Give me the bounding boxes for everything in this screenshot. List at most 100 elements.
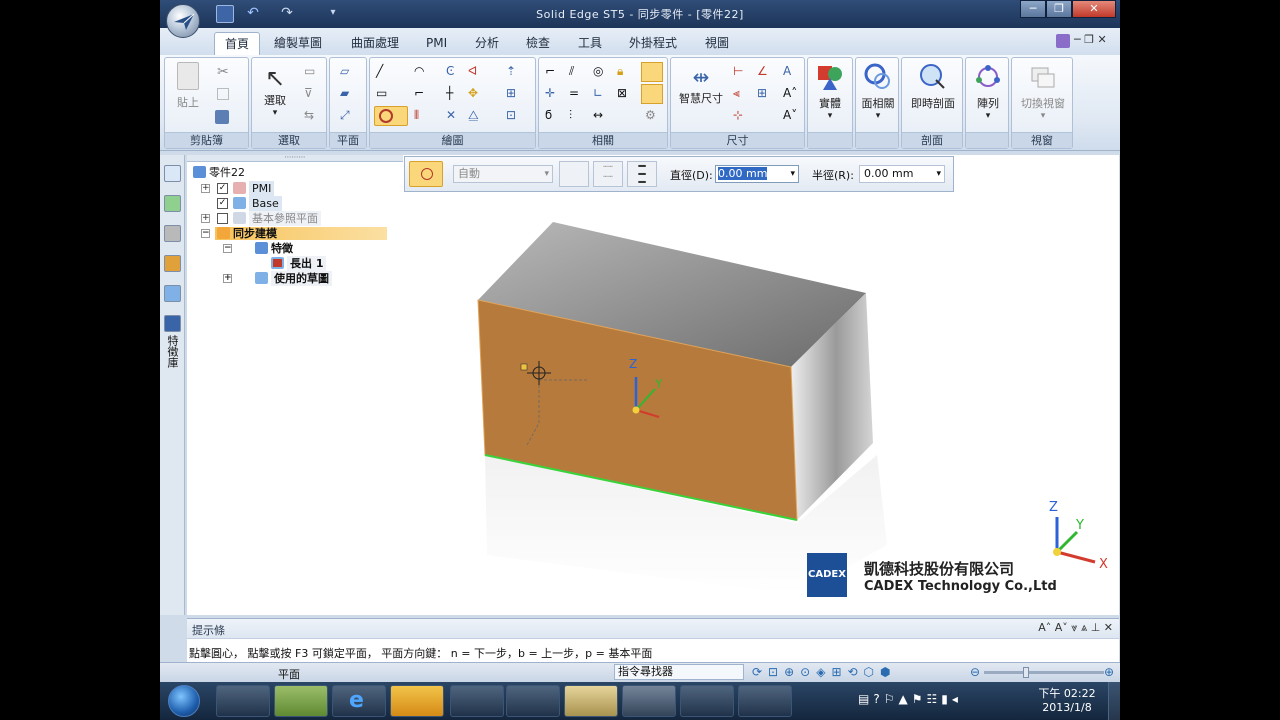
coordinate-dim-icon[interactable]: ⊞ <box>757 86 773 102</box>
expand-icon[interactable]: + <box>223 274 232 283</box>
pathfinder-tab-icon[interactable] <box>164 165 181 182</box>
circle-tool-button[interactable] <box>374 106 408 126</box>
diameter-input[interactable]: 0.00 mm ▾ <box>715 165 799 183</box>
maintain-relations-button[interactable] <box>641 62 663 82</box>
minimize-button[interactable]: ─ <box>1020 0 1046 18</box>
pane-splitter[interactable]: ⋯⋯⋯ <box>187 154 403 162</box>
construction-icon[interactable]: ⇡ <box>506 64 522 80</box>
tab-home[interactable]: 首頁 <box>214 32 261 55</box>
pattern-button[interactable]: 陣列 ▾ <box>968 62 1008 121</box>
paste-button[interactable]: 貼上 <box>171 62 205 110</box>
equal-rel-icon[interactable]: = <box>569 86 585 102</box>
distance-between-icon[interactable]: ⊢ <box>733 64 749 80</box>
family-tab-icon[interactable] <box>164 255 181 272</box>
relation-assistant-icon[interactable]: ⚙ <box>645 108 661 124</box>
taskbar-app-ie[interactable]: e <box>332 685 386 717</box>
plane-icon[interactable]: ▱ <box>340 64 356 80</box>
filter-icon[interactable]: ⊽ <box>304 86 320 102</box>
tab-addins[interactable]: 外掛程式 <box>619 32 687 55</box>
undo-icon[interactable]: ↶ <box>244 5 262 23</box>
format-painter-icon[interactable] <box>215 110 229 124</box>
tab-analysis[interactable]: 分析 <box>465 32 509 55</box>
perpendicular-rel-icon[interactable]: ⌐ <box>545 64 561 80</box>
trim-icon[interactable]: Ͼ <box>446 64 462 80</box>
radius-input[interactable]: 0.00 mm ▾ <box>859 165 945 183</box>
help-options-icon[interactable] <box>1056 34 1070 48</box>
tab-tools[interactable]: 工具 <box>568 32 612 55</box>
mirror-icon[interactable]: ⊞ <box>506 86 522 102</box>
tab-view[interactable]: 視圖 <box>695 32 739 55</box>
horiz-vert-rel-icon[interactable]: ↔ <box>593 108 609 124</box>
save-icon[interactable] <box>216 5 234 23</box>
collapse-icon[interactable]: − <box>201 229 210 238</box>
zoom-out-icon[interactable]: ⊖ <box>970 665 980 679</box>
symmetric-rel-icon[interactable]: ⫶ <box>569 108 585 124</box>
taskbar-app-outlook[interactable] <box>390 685 444 717</box>
taskbar-app-cad[interactable] <box>450 685 504 717</box>
prompt-controls[interactable]: A˄ A˅ ⩔ ⩓ ⊥ ✕ <box>1038 621 1113 635</box>
zoom-slider-thumb[interactable] <box>1023 667 1029 678</box>
cut-icon[interactable]: ✂ <box>217 64 233 80</box>
customize-qat-icon[interactable]: ▾ <box>324 5 342 23</box>
coordinate-system-icon[interactable]: ⤢ <box>340 108 356 124</box>
tab-sketch[interactable]: 繪製草圖 <box>264 32 332 55</box>
visibility-checkbox[interactable]: ✓ <box>217 183 228 194</box>
switch-window-button[interactable]: 切換視窗 ▾ <box>1014 62 1072 121</box>
command-finder-input[interactable]: 指令尋找器 <box>614 664 744 680</box>
line-weight-button[interactable]: ━ ━ ━ <box>627 160 657 188</box>
taskbar-app-notepad[interactable] <box>680 685 734 717</box>
arc-icon[interactable]: ◠ <box>414 64 430 80</box>
extend-icon[interactable]: ┼ <box>446 86 462 102</box>
visibility-checkbox[interactable] <box>217 213 228 224</box>
dimension-style-icon[interactable]: A <box>783 64 799 80</box>
fill-icon[interactable]: ᐊ <box>468 64 484 80</box>
tab-pmi[interactable]: PMI <box>416 32 457 55</box>
angle-between-icon[interactable]: ∠ <box>757 64 773 80</box>
move-icon[interactable]: ✥ <box>468 86 484 102</box>
select-tools-icon[interactable]: ⇆ <box>304 108 320 124</box>
style-button[interactable] <box>559 161 589 187</box>
taskbar-app-solid-edge[interactable] <box>622 685 676 717</box>
show-desktop-button[interactable] <box>1108 682 1120 720</box>
relationship-handles-button[interactable] <box>641 84 663 104</box>
copy-icon[interactable] <box>217 88 229 100</box>
include-icon[interactable]: ⊡ <box>506 108 522 124</box>
symmetric-dim-icon[interactable]: ⫷ <box>733 86 749 102</box>
taskbar-app-server-manager[interactable] <box>216 685 270 717</box>
collinear-rel-icon[interactable]: ⊠ <box>617 86 633 102</box>
sensors-tab-icon[interactable] <box>164 225 181 242</box>
view-triad[interactable]: Z Y X <box>1049 500 1108 572</box>
view-tools-icons[interactable]: ⟳⊡⊕⊙◈⊞⟲⬡⬢ <box>752 665 897 679</box>
select-box-icon[interactable]: ▭ <box>304 64 320 80</box>
parallel-rel-icon[interactable]: ⫽ <box>569 64 585 80</box>
lock-rel-icon[interactable]: 🔒︎ <box>617 64 633 80</box>
feature-library-icon[interactable] <box>164 315 181 332</box>
live-section-button[interactable]: 即時剖面 <box>904 62 962 111</box>
zoom-in-icon[interactable]: ⊕ <box>1104 665 1114 679</box>
tray-clock[interactable]: 下午 02:22 2013/1/8 <box>1032 685 1102 714</box>
concentric-rel-icon[interactable]: ◎ <box>593 64 609 80</box>
face-relate-button[interactable]: 面相關 ▾ <box>858 62 898 121</box>
mode-select[interactable]: 自動 ▾ <box>453 165 553 183</box>
taskbar-app-explorer[interactable] <box>564 685 618 717</box>
collapse-icon[interactable]: − <box>223 244 232 253</box>
angular-coord-icon[interactable]: ⊹ <box>733 108 749 124</box>
connect-rel-icon[interactable]: ✛ <box>545 86 561 102</box>
application-button[interactable] <box>166 4 200 38</box>
split-icon[interactable]: ✕ <box>446 108 462 124</box>
tangent-rel-icon[interactable]: ϭ <box>545 108 561 124</box>
system-tray-icons[interactable]: ▤?⚐▲⚑☷▮◂ <box>858 692 962 706</box>
select-button[interactable]: ↖ 選取 ▾ <box>258 64 292 118</box>
zoom-slider[interactable] <box>984 671 1104 674</box>
circle-option-button[interactable] <box>409 161 443 187</box>
perp-rel-icon[interactable]: ∟ <box>593 86 609 102</box>
tab-inspect[interactable]: 檢查 <box>516 32 560 55</box>
rectangle-icon[interactable]: ▭ <box>376 86 392 102</box>
start-button[interactable] <box>168 685 200 717</box>
decrease-font-icon[interactable]: A˅ <box>783 108 799 124</box>
redo-icon[interactable]: ↷ <box>278 5 296 23</box>
smart-dimension-button[interactable]: ⇹ 智慧尺寸 <box>673 64 729 106</box>
expand-icon[interactable]: + <box>201 214 210 223</box>
curve-icon[interactable]: ⌐ <box>414 86 430 102</box>
mirror-axis-icon[interactable]: ⧋ <box>468 108 484 124</box>
